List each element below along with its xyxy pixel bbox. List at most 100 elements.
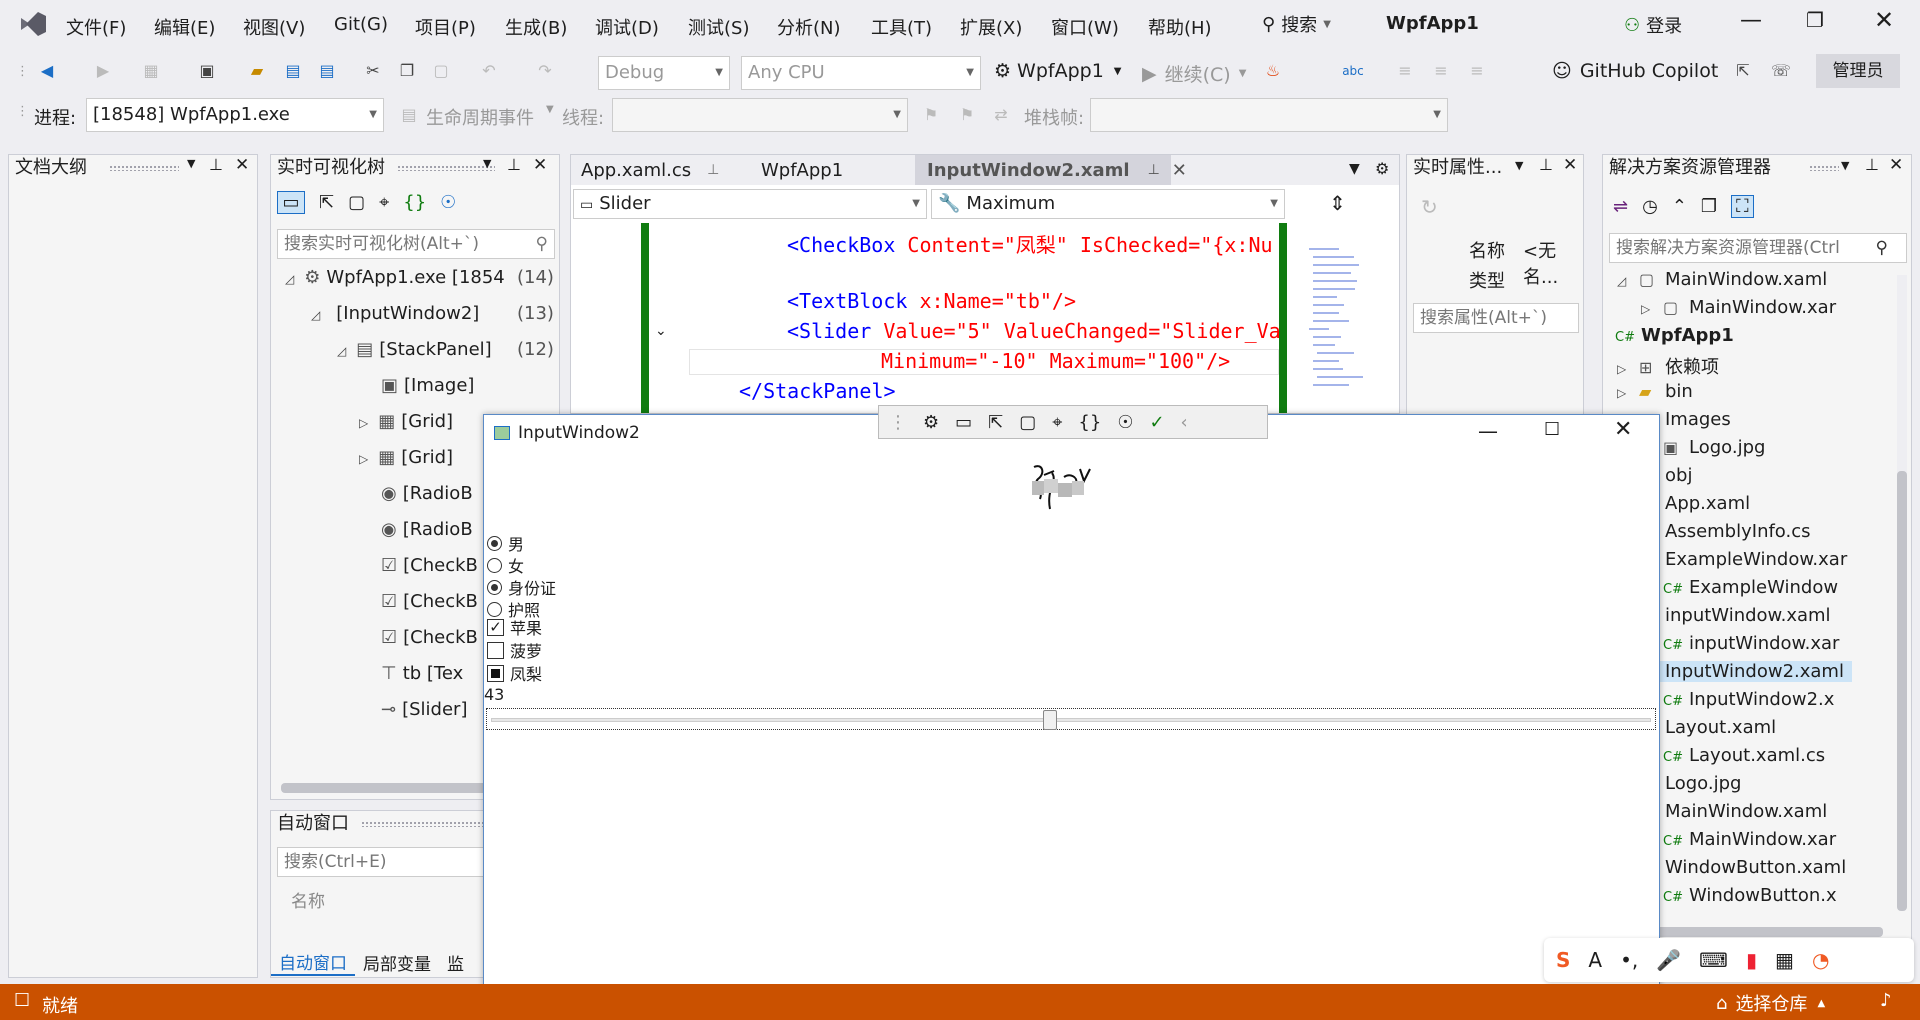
menu-window[interactable]: 窗口(W) — [1051, 14, 1119, 40]
swap-icon[interactable]: ⇄ — [990, 104, 1012, 126]
history-icon[interactable]: ◷ — [1642, 196, 1658, 217]
collapse-toolbar-icon[interactable]: ‹ — [1181, 412, 1188, 433]
format-icon[interactable]: ≡ — [1394, 60, 1416, 82]
close-icon[interactable]: ✕ — [533, 155, 547, 175]
cut-icon[interactable]: ✂ — [362, 60, 384, 82]
expander-icon[interactable]: ◿ — [337, 344, 346, 358]
split-icon[interactable]: ⇕ — [1329, 191, 1346, 215]
expander-icon[interactable]: ▷ — [1641, 302, 1663, 316]
visual-tree-node[interactable]: ▷ ▦ [Grid] — [359, 411, 453, 432]
layout-adorner-icon[interactable]: ▢ — [348, 192, 365, 213]
visual-tree-node[interactable]: ⊸ [Slider] — [371, 699, 467, 720]
menu-help[interactable]: 帮助(H) — [1148, 14, 1212, 40]
back-icon[interactable]: ◀ — [36, 60, 58, 82]
stackframe-select[interactable]: ▼ — [1090, 98, 1448, 132]
solution-item[interactable]: ▷C#InputWindow2.x — [1641, 689, 1834, 710]
minimize-button[interactable]: — — [1478, 419, 1498, 443]
visual-tree-node[interactable]: ⊤ tb [Tex — [371, 663, 463, 684]
close-icon[interactable]: ✕ — [1172, 160, 1187, 181]
show-all-icon[interactable]: ⛶ — [1731, 195, 1754, 218]
punctuation-icon[interactable]: •, — [1620, 948, 1638, 972]
save-icon[interactable]: ▤ — [282, 60, 304, 82]
skin-icon[interactable]: ▮ — [1746, 948, 1757, 972]
maximize-button[interactable]: ☐ — [1544, 419, 1560, 440]
share-icon[interactable]: ⇱ — [1732, 60, 1754, 82]
dropdown-icon[interactable]: ▼ — [187, 157, 195, 170]
spell-check-icon[interactable]: abc — [1342, 60, 1364, 82]
vertical-scrollbar[interactable] — [1897, 275, 1907, 911]
uncomment-icon[interactable]: ≡ — [1466, 60, 1488, 82]
code-minimap[interactable] — [1299, 229, 1379, 409]
solution-item[interactable]: ▷C#MainWindow.xar — [1641, 829, 1836, 850]
new-item-icon[interactable]: ▣ — [196, 60, 218, 82]
visual-tree-node[interactable]: ◿ ▤ [StackPanel] — [337, 339, 492, 360]
sogou-icon[interactable]: S — [1556, 948, 1570, 972]
lifecycle-events-button[interactable]: 生命周期事件 — [426, 104, 534, 130]
forward-icon[interactable]: ▶ — [92, 60, 114, 82]
expander-icon[interactable]: ▷ — [359, 416, 368, 430]
select-element-icon[interactable]: ⇱ — [988, 412, 1003, 433]
undo-icon[interactable]: ↶ — [478, 60, 500, 82]
close-icon[interactable]: ✕ — [1889, 155, 1903, 175]
visual-tree-node[interactable]: ▷ ▦ [Grid] — [359, 447, 453, 468]
solution-item[interactable]: ▷ ⊞ 依赖项 — [1617, 353, 1719, 379]
radio-button[interactable]: 身份证 — [487, 575, 556, 599]
search-button[interactable]: ⚲ 搜索 ▼ — [1262, 10, 1331, 38]
menu-build[interactable]: 生成(B) — [505, 14, 567, 40]
feedback-icon[interactable]: ☏ — [1770, 60, 1792, 82]
solution-item[interactable]: ◿ ▢ MainWindow.xaml — [1617, 269, 1827, 290]
expander-icon[interactable]: ◿ — [1603, 330, 1615, 344]
select-element-icon[interactable]: ▭ — [277, 191, 305, 214]
visual-tree-search-input[interactable]: 搜索实时可视化树(Alt+`) ⚲ — [277, 229, 555, 259]
tab-app-xaml-cs[interactable]: App.xaml.cs ⊥ — [571, 155, 719, 185]
expander-icon[interactable]: ◿ — [1617, 274, 1639, 288]
settings-icon[interactable]: ⚙ — [1375, 159, 1389, 178]
copy-icon[interactable]: ❐ — [1701, 196, 1717, 217]
thread-select[interactable]: ▼ — [612, 98, 908, 132]
expander-icon[interactable]: ◿ — [285, 272, 294, 286]
binding-icon[interactable]: {} — [403, 192, 426, 213]
hot-reload-ok-icon[interactable]: ✓ — [1149, 412, 1164, 433]
menu-project[interactable]: 项目(P) — [415, 14, 476, 40]
microphone-icon[interactable]: 🎤 — [1656, 948, 1681, 972]
go-to-tree-icon[interactable]: ⚙ — [923, 412, 939, 433]
pin-icon[interactable]: ⊥ — [209, 155, 223, 174]
close-button[interactable]: ✕ — [1874, 6, 1894, 34]
redo-icon[interactable]: ↷ — [534, 60, 556, 82]
expander-icon[interactable]: ◿ — [311, 308, 320, 322]
binding-icon[interactable]: {} — [1078, 412, 1101, 433]
login-button[interactable]: ⚇ 登录 — [1624, 12, 1682, 38]
flag-all-icon[interactable]: ⚑ — [956, 104, 978, 126]
expander-icon[interactable]: ▷ — [359, 452, 368, 466]
solution-icon[interactable]: ▦ — [140, 60, 162, 82]
visual-tree-node[interactable]: ☑ [CheckB — [371, 555, 478, 576]
track-focus-icon[interactable]: ⌖ — [1052, 412, 1062, 433]
menu-debug[interactable]: 调试(D) — [595, 14, 659, 40]
paste-icon[interactable]: ▢ — [430, 60, 452, 82]
close-icon[interactable]: ✕ — [1563, 155, 1577, 175]
platform-select[interactable]: Any CPU ▼ — [741, 56, 981, 90]
properties-search-input[interactable]: 搜索属性(Alt+`) — [1413, 303, 1579, 333]
solution-search-input[interactable]: 搜索解决方案资源管理器(Ctrl ⚲ — [1609, 233, 1907, 263]
visual-tree-node[interactable]: ▣ [Image] — [371, 375, 474, 396]
tab-autos[interactable]: 自动窗口 — [271, 949, 355, 976]
close-icon[interactable]: ✕ — [235, 155, 249, 175]
keyboard-icon[interactable]: ⌨ — [1699, 948, 1728, 972]
track-focus-icon[interactable]: ⌖ — [379, 192, 389, 213]
comment-icon[interactable]: ≡ — [1430, 60, 1452, 82]
visual-tree-node[interactable]: ◿ ⚙ WpfApp1.exe [1854 — [285, 267, 505, 288]
radio-button[interactable]: 男 — [487, 531, 524, 555]
accessibility-icon[interactable]: ☉ — [1117, 412, 1133, 433]
menu-git[interactable]: Git(G) — [334, 14, 388, 35]
checkbox[interactable]: 菠萝 — [487, 638, 542, 662]
solution-item[interactable]: ▷C#inputWindow.xar — [1641, 633, 1839, 654]
solution-item[interactable]: ▷C#WindowButton.x — [1641, 885, 1837, 906]
menu-view[interactable]: 视图(V) — [243, 14, 305, 40]
collapse-icon[interactable]: ⌄ — [655, 323, 667, 339]
refresh-icon[interactable]: ↻ — [1421, 195, 1438, 219]
record-icon[interactable]: ▭ — [955, 412, 972, 433]
menu-test[interactable]: 测试(S) — [688, 14, 749, 40]
visual-tree-node[interactable]: ◿ [InputWindow2] — [311, 303, 479, 324]
switch-view-icon[interactable]: ⇌ — [1613, 196, 1628, 217]
process-select[interactable]: [18548] WpfApp1.exe ▼ — [86, 98, 384, 132]
